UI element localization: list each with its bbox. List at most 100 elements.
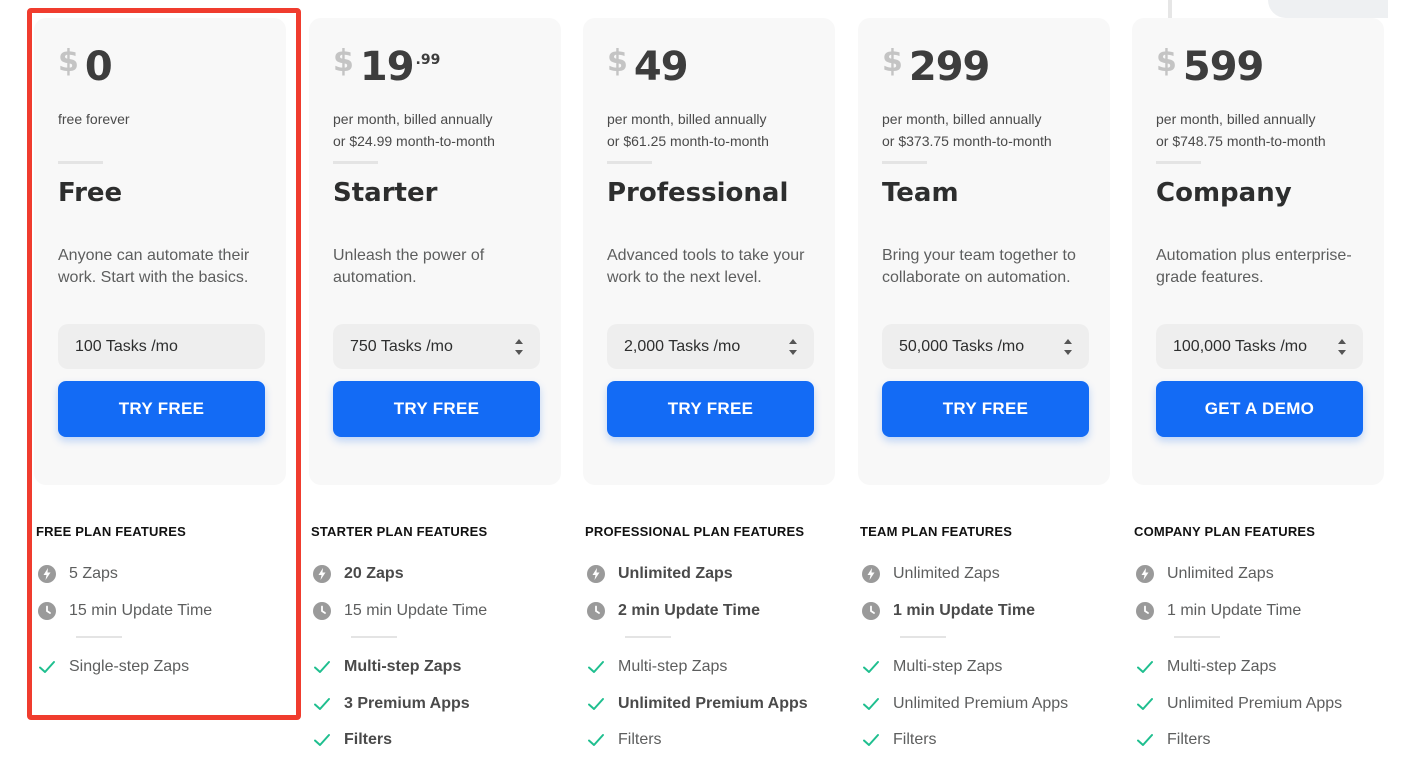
billing-info: per month, billed annually or $61.25 mon… xyxy=(607,108,827,152)
currency-symbol: $ xyxy=(333,44,354,79)
feature-text: 15 min Update Time xyxy=(69,602,213,619)
billing-line: per month, billed annually xyxy=(333,111,493,127)
price: $ 0 xyxy=(58,42,113,106)
check-icon xyxy=(38,658,56,676)
tasks-label: 750 Tasks /mo xyxy=(350,337,453,355)
currency-symbol: $ xyxy=(58,44,79,79)
feature-text: Filters xyxy=(893,731,937,748)
pricing-plans: $ 0 free forever Free Anyone can automat… xyxy=(0,0,1423,763)
billing-line: or $373.75 month-to-month xyxy=(882,133,1052,149)
feature-text: 1 min Update Time xyxy=(1167,602,1302,619)
plan-column-company: $ 599 per month, billed annually or $748… xyxy=(1132,0,1388,763)
feature-item: Unlimited Premium Apps xyxy=(862,693,1068,715)
price: $ 599 xyxy=(1156,42,1264,106)
billing-line: per month, billed annually xyxy=(882,111,1042,127)
plan-column-free: $ 0 free forever Free Anyone can automat… xyxy=(34,0,290,763)
feature-text: Filters xyxy=(344,731,393,748)
check-icon xyxy=(862,658,880,676)
feature-divider xyxy=(1174,636,1220,638)
plan-column-team: $ 299 per month, billed annually or $373… xyxy=(858,0,1114,763)
price-amount: 0 xyxy=(84,44,113,90)
feature-item: 15 min Update Time xyxy=(313,600,487,622)
feature-text: Filters xyxy=(618,731,662,748)
feature-text: Unlimited Premium Apps xyxy=(893,695,1069,712)
feature-text: Filters xyxy=(1167,731,1211,748)
check-icon xyxy=(862,731,880,749)
plan-column-starter: $ 19 .99 per month, billed annually or $… xyxy=(309,0,565,763)
plan-name: Team xyxy=(882,178,959,208)
divider xyxy=(333,161,378,164)
price: $ 49 xyxy=(607,42,689,106)
features-title: STARTER PLAN FEATURES xyxy=(311,524,488,539)
get-a-demo-button[interactable]: GET A DEMO xyxy=(1156,381,1363,437)
feature-text: Single-step Zaps xyxy=(69,658,190,675)
feature-text: Multi-step Zaps xyxy=(344,658,462,675)
try-free-button[interactable]: TRY FREE xyxy=(882,381,1089,437)
check-icon xyxy=(587,695,605,713)
bolt-icon xyxy=(313,565,331,583)
feature-item: Multi-step Zaps xyxy=(862,656,1002,678)
plan-description: Anyone can automate their work. Start wi… xyxy=(58,247,250,286)
billing-line: or $24.99 month-to-month xyxy=(333,133,495,149)
feature-item: Unlimited Zaps xyxy=(1136,563,1274,585)
try-free-button[interactable]: TRY FREE xyxy=(333,381,540,437)
feature-text: Unlimited Zaps xyxy=(893,565,1000,582)
feature-item: Single-step Zaps xyxy=(38,656,189,678)
feature-item: 5 Zaps xyxy=(38,563,118,585)
billing-line: per month, billed annually xyxy=(607,111,767,127)
bolt-icon xyxy=(862,565,880,583)
feature-item: Unlimited Premium Apps xyxy=(1136,693,1342,715)
plan-card: $ 299 per month, billed annually or $373… xyxy=(858,18,1110,485)
feature-item: Unlimited Zaps xyxy=(587,563,733,585)
check-icon xyxy=(313,658,331,676)
feature-item: Filters xyxy=(587,729,662,751)
plan-description: Advanced tools to take your work to the … xyxy=(607,247,805,286)
billing-line: or $748.75 month-to-month xyxy=(1156,133,1326,149)
features-title: FREE PLAN FEATURES xyxy=(36,524,186,539)
try-free-button[interactable]: TRY FREE xyxy=(58,381,265,437)
select-arrows-icon xyxy=(1064,339,1072,355)
feature-item: Unlimited Zaps xyxy=(862,563,1000,585)
feature-item: 2 min Update Time xyxy=(587,600,760,622)
check-icon xyxy=(1136,695,1154,713)
feature-item: 20 Zaps xyxy=(313,563,404,585)
features-title: PROFESSIONAL PLAN FEATURES xyxy=(585,524,805,539)
plan-card: $ 19 .99 per month, billed annually or $… xyxy=(309,18,561,485)
plan-name: Starter xyxy=(333,178,438,208)
currency-symbol: $ xyxy=(607,44,628,79)
feature-item: 15 min Update Time xyxy=(38,600,212,622)
price-amount: 19 xyxy=(359,44,415,90)
feature-text: Unlimited Premium Apps xyxy=(618,695,808,712)
feature-item: Unlimited Premium Apps xyxy=(587,693,808,715)
feature-text: 3 Premium Apps xyxy=(344,695,470,712)
tasks-select[interactable]: 100,000 Tasks /mo xyxy=(1156,324,1363,369)
tasks-select[interactable]: 2,000 Tasks /mo xyxy=(607,324,814,369)
tasks-label: 2,000 Tasks /mo xyxy=(624,337,741,355)
plan-card: $ 0 free forever Free Anyone can automat… xyxy=(34,18,286,485)
plan-card: $ 49 per month, billed annually or $61.2… xyxy=(583,18,835,485)
feature-item: 1 min Update Time xyxy=(862,600,1035,622)
check-icon xyxy=(313,695,331,713)
price: $ 299 xyxy=(882,42,990,106)
price: $ 19 .99 xyxy=(333,42,440,106)
feature-item: Filters xyxy=(1136,729,1211,751)
tasks-select[interactable]: 750 Tasks /mo xyxy=(333,324,540,369)
billing-line: or $61.25 month-to-month xyxy=(607,133,769,149)
feature-item: Multi-step Zaps xyxy=(587,656,727,678)
price-amount: 49 xyxy=(633,44,689,90)
tasks-select[interactable]: 50,000 Tasks /mo xyxy=(882,324,1089,369)
feature-text: Unlimited Premium Apps xyxy=(1167,695,1343,712)
clock-icon xyxy=(38,602,56,620)
feature-item: 1 min Update Time xyxy=(1136,600,1301,622)
feature-text: Multi-step Zaps xyxy=(618,658,728,675)
feature-item: Filters xyxy=(862,729,937,751)
feature-text: 2 min Update Time xyxy=(618,602,760,619)
try-free-button[interactable]: TRY FREE xyxy=(607,381,814,437)
tasks-display: 100 Tasks /mo xyxy=(58,324,265,369)
features-title: COMPANY PLAN FEATURES xyxy=(1134,524,1316,539)
plan-column-professional: $ 49 per month, billed annually or $61.2… xyxy=(583,0,839,763)
feature-divider xyxy=(625,636,671,638)
check-icon xyxy=(587,658,605,676)
plan-description: Unleash the power of automation. xyxy=(333,247,485,286)
feature-item: Multi-step Zaps xyxy=(1136,656,1276,678)
